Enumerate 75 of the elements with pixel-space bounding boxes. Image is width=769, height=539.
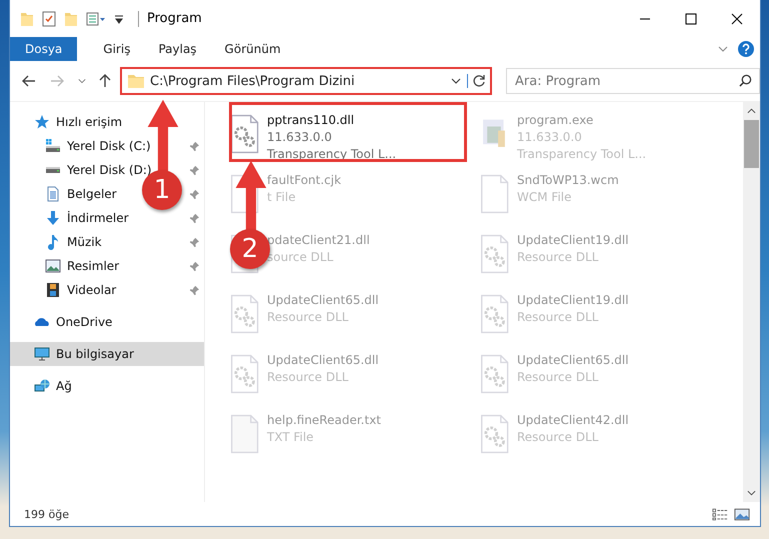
sidebar-item[interactable]: Yerel Disk (C:) — [67, 139, 151, 153]
forward-arrow-icon[interactable] — [50, 74, 64, 88]
music-note-icon — [45, 234, 61, 250]
pin-icon[interactable] — [189, 236, 200, 248]
sidebar-item[interactable]: Videolar — [67, 283, 116, 297]
properties-icon[interactable] — [86, 10, 106, 26]
file-icon — [229, 414, 259, 454]
document-icon — [45, 186, 61, 202]
settings-file-icon — [229, 294, 259, 334]
details-view-icon[interactable] — [712, 508, 728, 520]
film-icon — [45, 282, 61, 298]
sidebar-item[interactable]: OneDrive — [56, 315, 112, 329]
file-detail: Resource DLL — [517, 249, 600, 266]
file-detail: Resource DLL — [517, 309, 600, 326]
up-arrow-icon[interactable] — [98, 74, 112, 88]
tiles-view-icon[interactable] — [734, 508, 750, 520]
settings-file-icon — [479, 354, 509, 394]
search-icon — [739, 74, 752, 87]
sidebar-item[interactable]: Resimler — [67, 259, 120, 273]
scrollbar[interactable] — [743, 102, 760, 502]
file-detail: Resource DLL — [267, 369, 350, 386]
back-arrow-icon[interactable] — [22, 74, 36, 88]
file-detail: Resource DLL — [517, 369, 600, 386]
sidebar-item[interactable]: Hızlı erişim — [56, 115, 122, 129]
settings-file-icon — [229, 354, 259, 394]
pin-icon[interactable] — [189, 212, 200, 224]
drive-icon — [45, 166, 61, 174]
down-arrow-icon — [45, 210, 61, 226]
help-icon[interactable] — [738, 41, 754, 57]
settings-file-icon — [479, 234, 509, 274]
file-detail: Resource DLL — [267, 309, 350, 326]
drive-icon — [45, 138, 61, 154]
pin-icon[interactable] — [189, 164, 200, 176]
settings-file-icon — [479, 414, 509, 454]
customize-caret-icon[interactable] — [114, 12, 124, 24]
settings-file-icon — [229, 114, 259, 154]
sidebar-item[interactable]: Belgeler — [67, 187, 117, 201]
ribbon-tab[interactable]: Paylaş — [146, 37, 209, 61]
sidebar-item[interactable]: İndirmeler — [67, 211, 129, 225]
network-icon — [34, 378, 50, 394]
pin-icon[interactable] — [189, 260, 200, 272]
file-detail: 11.633.0.0 — [267, 129, 333, 146]
settings-file-icon — [479, 294, 509, 334]
item-count: 199 öğe — [24, 508, 69, 520]
ribbon-tab[interactable]: Görünüm — [212, 37, 293, 61]
window-title: Program — [138, 10, 202, 26]
sidebar-item[interactable]: Yerel Disk (D:) — [67, 163, 152, 177]
folder-icon — [128, 74, 144, 88]
address-bar[interactable]: C:\Program Files\Program Dizini — [120, 67, 492, 95]
search-field[interactable]: Ara: Program — [506, 68, 760, 94]
star-icon — [34, 114, 50, 130]
picture-icon — [45, 258, 61, 274]
address-path: C:\Program Files\Program Dizini — [150, 74, 356, 88]
pin-icon[interactable] — [189, 188, 200, 200]
file-detail: t File — [267, 189, 297, 206]
file-detail: Transparency Tool L... — [267, 146, 396, 163]
scrollbar-thumb[interactable] — [744, 120, 759, 168]
file-detail: Resource DLL — [517, 429, 600, 446]
chevron-down-icon[interactable] — [451, 78, 461, 84]
file-detail: WCM File — [517, 189, 572, 206]
checklist-icon[interactable] — [42, 10, 56, 26]
pin-icon[interactable] — [189, 284, 200, 296]
sidebar-item[interactable]: Müzik — [67, 235, 102, 249]
file-detail: 11.633.0.0 — [517, 129, 583, 146]
file-detail: Transparency Tool L... — [517, 146, 646, 163]
monitor-icon — [34, 346, 50, 362]
file-name[interactable]: pptrans110.dll — [267, 112, 396, 129]
pin-icon[interactable] — [189, 140, 200, 152]
chevron-down-icon[interactable] — [78, 78, 86, 84]
file-menu-tab[interactable]: Dosya — [10, 37, 78, 61]
file-detail: TXT File — [267, 429, 315, 446]
sidebar-item[interactable]: Bu bilgisayar — [10, 342, 204, 366]
ribbon-tab[interactable]: Giriş — [91, 37, 142, 61]
file-icon — [479, 174, 509, 214]
sidebar-item[interactable]: Ağ — [56, 379, 72, 393]
